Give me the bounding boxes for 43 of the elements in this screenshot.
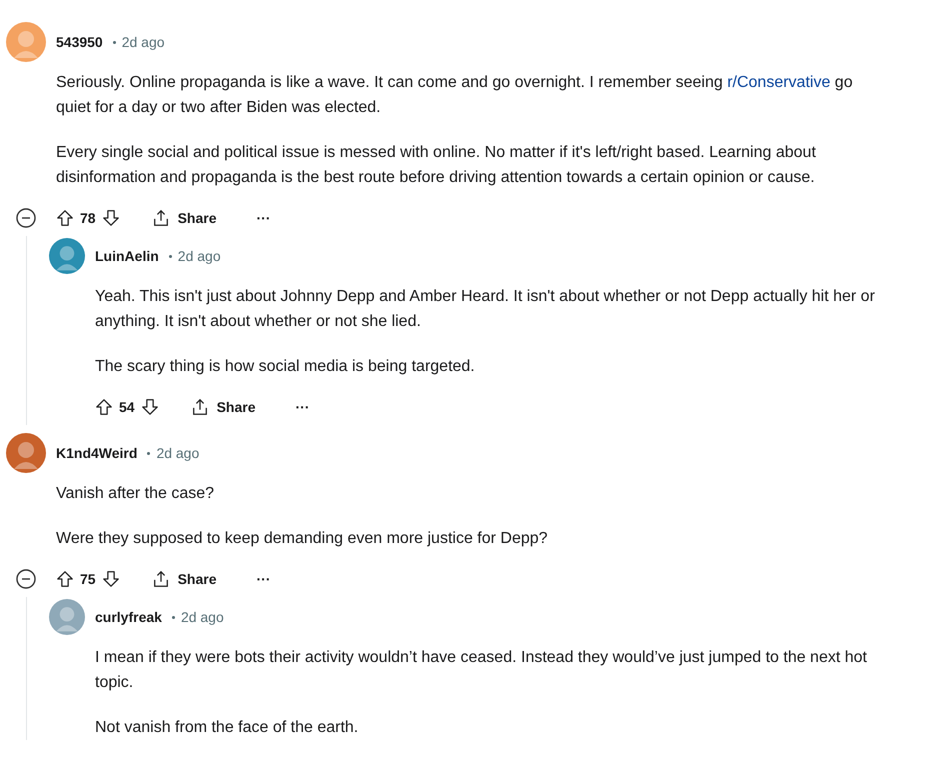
share-button[interactable]: Share: [184, 394, 262, 420]
timestamp: 2d ago: [180, 609, 224, 625]
avatar-icon[interactable]: [6, 433, 46, 473]
vote-count: 75: [80, 571, 96, 587]
collapse-button[interactable]: [15, 207, 37, 229]
separator-dot: [168, 254, 172, 258]
subreddit-link[interactable]: r/Conservative: [727, 74, 830, 91]
comment-text: Seriously. Online propaganda is like a wave. It can come and go overnight. I remember seeing r/Conservative go quiet for a day or two after Biden was elected.: [56, 73, 854, 118]
share-icon: [190, 398, 209, 416]
comment-text: Were they supposed to keep demanding even more justice for Depp?: [56, 529, 549, 549]
upvote-icon[interactable]: [56, 570, 74, 588]
separator-dot: [172, 616, 175, 618]
share-icon: [152, 209, 170, 227]
comment-text: The scary thing is how social media is being targeted.: [95, 357, 476, 377]
collapse-button[interactable]: [15, 568, 37, 590]
username[interactable]: LuinAelin: [95, 248, 159, 264]
separator-dot: [112, 40, 116, 44]
upvote-icon[interactable]: [95, 398, 113, 416]
comment-text: Every single social and political issue is messed with online. No matter if it's left/right based. Learning about disinformation and propaganda is the best route before driving attention towards a certain opinion or cause.: [56, 143, 817, 188]
vote-count: 54: [119, 399, 135, 415]
share-button[interactable]: Share: [146, 205, 222, 231]
comment-text: Yeah. This isn't just about Johnny Depp and Amber Heard. It isn't about whether or not Depp actually hit her or anything. It isn't about whether or not she lied.: [95, 287, 875, 332]
username[interactable]: K1nd4Weird: [56, 445, 138, 461]
more-options-button[interactable]: ···: [290, 398, 316, 416]
more-options-button[interactable]: ···: [250, 209, 276, 227]
downvote-icon[interactable]: [102, 570, 120, 588]
comment-text: Vanish after the case?: [56, 484, 216, 504]
timestamp: 2d ago: [156, 445, 200, 461]
share-button[interactable]: Share: [146, 566, 222, 592]
downvote-icon[interactable]: [140, 398, 159, 416]
avatar-icon[interactable]: [49, 238, 85, 274]
upvote-icon[interactable]: [56, 209, 74, 227]
timestamp: 2d ago: [122, 34, 165, 50]
username[interactable]: curlyfreak: [95, 609, 162, 625]
comment-text: Not vanish from the face of the earth.: [95, 718, 360, 738]
username[interactable]: 543950: [56, 34, 103, 50]
vote-count: 78: [80, 210, 96, 226]
share-icon: [152, 570, 170, 588]
separator-dot: [147, 452, 150, 454]
timestamp: 2d ago: [178, 248, 221, 264]
downvote-icon[interactable]: [102, 209, 120, 227]
more-options-button[interactable]: ···: [250, 570, 276, 588]
comment-text: I mean if they were bots their activity wouldn’t have ceased. Instead they would’ve just jumped to the next hot topic.: [95, 648, 868, 693]
